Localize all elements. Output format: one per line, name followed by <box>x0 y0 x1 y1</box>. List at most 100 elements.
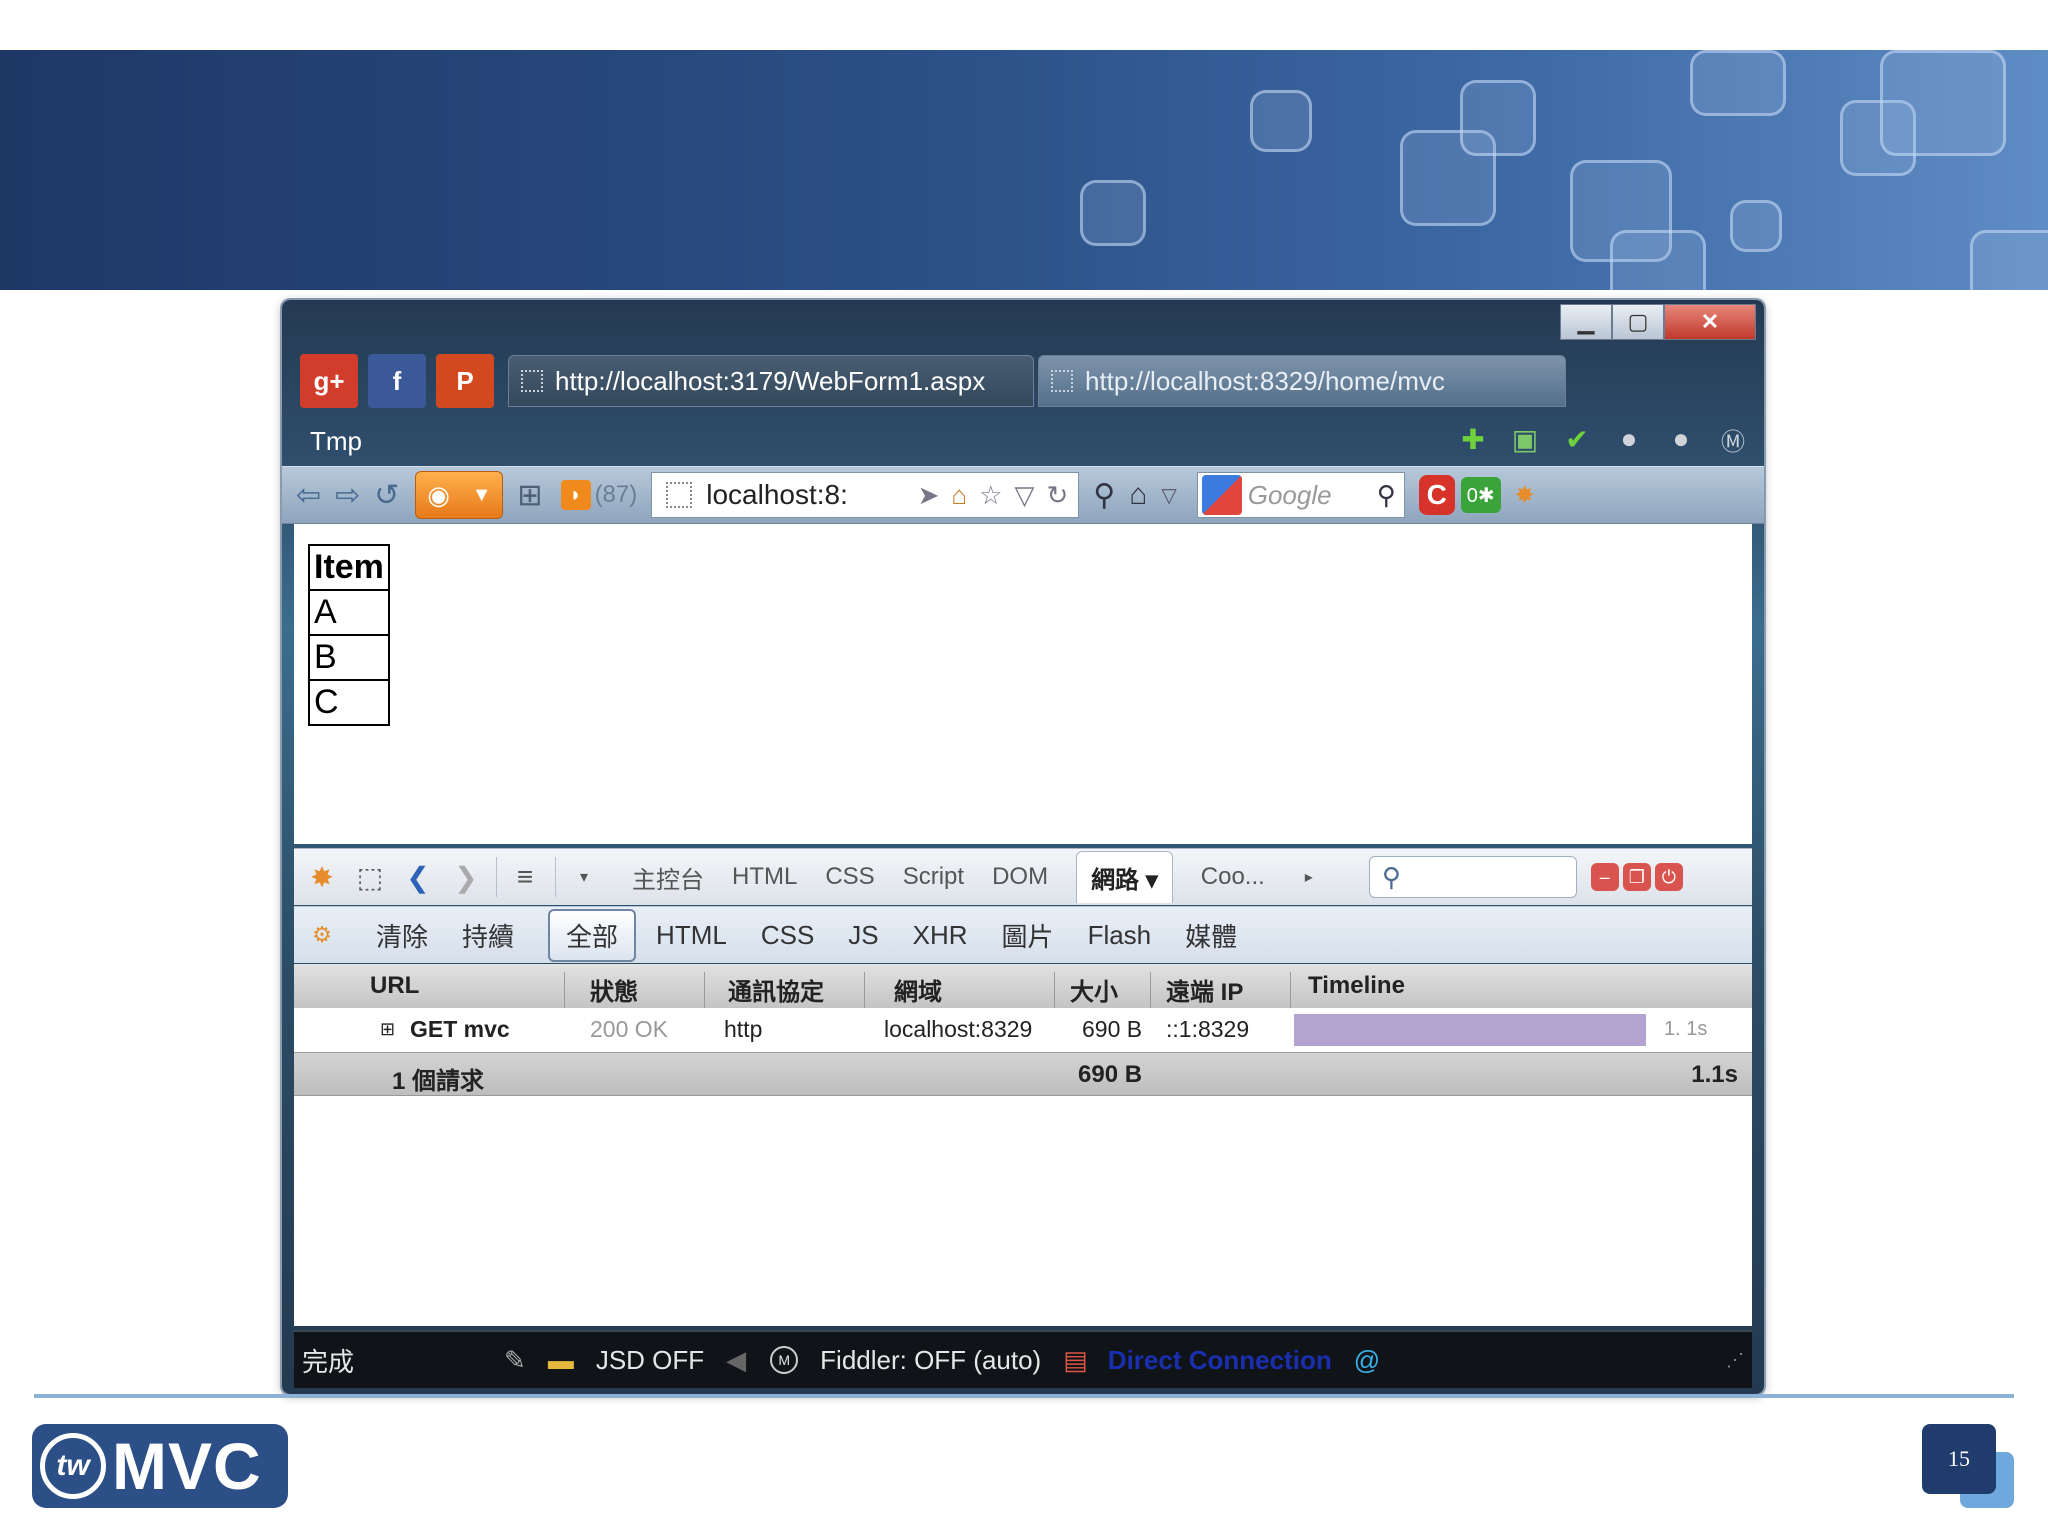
net-table-header: URL 狀態 通訊協定 網域 大小 遠端 IP Timeline <box>294 964 1752 1016</box>
panel-tab-script[interactable]: Script <box>903 863 964 891</box>
home-icon[interactable]: ⌂ <box>1129 478 1147 512</box>
tab-home-mvc[interactable]: http://localhost:8329/home/mvc <box>1038 355 1566 407</box>
summary-time: 1.1s <box>1691 1061 1738 1088</box>
pen-icon[interactable]: ✎ <box>504 1345 526 1376</box>
addon-c-icon[interactable]: C <box>1418 475 1455 515</box>
tab-label: http://localhost:3179/WebForm1.aspx <box>555 365 986 396</box>
column-header-timeline[interactable]: Timeline <box>1308 972 1405 1000</box>
maximize-button[interactable]: ▢ <box>1612 304 1664 340</box>
net-toolbar: ⚙ 清除 持續 全部 HTML CSS JS XHR 圖片 Flash 媒體 <box>294 906 1752 963</box>
column-header-protocol[interactable]: 通訊協定 <box>728 972 824 1007</box>
column-header-domain[interactable]: 網域 <box>894 972 942 1007</box>
minimize-button[interactable]: ▁ <box>1560 304 1612 340</box>
add-icon[interactable]: ✚ <box>1456 422 1490 456</box>
firebug-icon[interactable]: ✸ <box>1515 481 1535 510</box>
clipboard-icon[interactable]: ▤ <box>1063 1345 1088 1376</box>
address-bar[interactable]: localhost:8: ➤ ⌂ ☆ ▽ ↻ <box>651 472 1080 518</box>
firefox-menu-button[interactable]: ◉ ▼ <box>415 471 504 519</box>
fiddler-status[interactable]: Fiddler: OFF (auto) <box>820 1345 1041 1376</box>
connection-status[interactable]: Direct Connection <box>1108 1345 1332 1376</box>
panel-tab-dom[interactable]: DOM <box>992 863 1048 891</box>
request-domain: localhost:8329 <box>884 1016 1033 1042</box>
filter-all[interactable]: 全部 <box>548 908 637 962</box>
facebook-icon[interactable]: f <box>368 354 426 408</box>
check-icon[interactable]: ✔ <box>1560 422 1594 456</box>
chevron-down-icon[interactable]: ▽ <box>1161 483 1176 508</box>
arrow-icon[interactable]: ◀ <box>726 1345 746 1376</box>
filter-xhr[interactable]: XHR <box>913 920 968 951</box>
forward-arrow-icon[interactable]: ⇨ <box>335 478 360 513</box>
column-header-size[interactable]: 大小 <box>1070 972 1118 1007</box>
resize-grip-icon[interactable]: ⋰ <box>1726 1350 1744 1371</box>
m-badge-icon[interactable]: M <box>770 1346 799 1374</box>
summary-count: 1 個請求 <box>392 1068 485 1095</box>
page-favicon-icon <box>1051 370 1073 392</box>
back-arrow-icon[interactable]: ⇦ <box>296 478 321 513</box>
rss-icon: ◗ <box>560 480 591 510</box>
close-button[interactable]: ✕ <box>1664 304 1756 340</box>
filter-css[interactable]: CSS <box>761 920 814 951</box>
panel-tab-html[interactable]: HTML <box>732 863 797 891</box>
star-icon[interactable]: ☆ <box>979 480 1002 511</box>
forward-icon[interactable]: ❯ <box>446 857 486 897</box>
firebug-icon[interactable]: ✸ <box>302 857 342 897</box>
search-box[interactable]: Google ⚲ <box>1196 472 1405 518</box>
column-header-status[interactable]: 狀態 <box>590 972 638 1007</box>
tab-row: g+ f P http://localhost:3179/WebForm1.as… <box>300 352 1566 410</box>
folder-icon[interactable]: ▬ <box>548 1345 574 1376</box>
table-row: B <box>308 634 390 681</box>
timeline-bar[interactable] <box>1294 1014 1646 1046</box>
status-done: 完成 <box>302 1346 355 1377</box>
powerpoint-icon[interactable]: P <box>436 354 494 408</box>
m-badge-icon[interactable]: Ⓜ <box>1716 422 1750 456</box>
rss-feed[interactable]: ◗ (87) <box>560 480 637 510</box>
layout-icon[interactable]: ⊞ <box>517 478 542 513</box>
google-plus-icon[interactable]: g+ <box>300 354 358 408</box>
window-controls: ▁ ▢ ✕ <box>1560 304 1756 340</box>
panel-tab-net[interactable]: 網路 ▾ <box>1076 851 1173 903</box>
tab-webform1[interactable]: http://localhost:3179/WebForm1.aspx <box>508 355 1034 407</box>
circle-icon[interactable]: ● <box>1612 422 1646 456</box>
clear-button[interactable]: 清除 <box>376 917 428 954</box>
more-tabs-icon[interactable]: ▸ <box>1289 857 1329 897</box>
home-icon[interactable]: ⌂ <box>951 480 967 511</box>
search-placeholder: Google <box>1247 479 1332 510</box>
bookmark-folder-tmp[interactable]: Tmp <box>310 426 362 457</box>
back-icon[interactable]: ❮ <box>398 857 438 897</box>
request-row[interactable]: ⊞ GET mvc 200 OK http localhost:8329 690… <box>294 1008 1752 1052</box>
navigation-bar: ⇦ ⇨ ↺ ◉ ▼ ⊞ ◗ (87) localhost:8: ➤ ⌂ ☆ ▽ … <box>282 466 1764 524</box>
column-header-remote-ip[interactable]: 遠端 IP <box>1166 972 1243 1007</box>
filter-html[interactable]: HTML <box>656 920 727 951</box>
send-icon[interactable]: ➤ <box>918 480 940 511</box>
request-url[interactable]: GET mvc <box>410 1016 510 1043</box>
filter-js[interactable]: JS <box>848 920 878 951</box>
detach-icon[interactable]: ❐ <box>1622 863 1651 891</box>
dropdown-icon[interactable]: ▾ <box>564 857 604 897</box>
at-icon[interactable]: @ <box>1354 1345 1380 1376</box>
column-header-url[interactable]: URL <box>370 972 419 1000</box>
filter-media[interactable]: 媒體 <box>1185 917 1237 954</box>
reload-icon[interactable]: ↻ <box>1046 480 1068 511</box>
filter-flash[interactable]: Flash <box>1088 920 1152 951</box>
filter-images[interactable]: 圖片 <box>1002 917 1054 954</box>
history-icon[interactable]: ↺ <box>374 478 399 513</box>
search-icon[interactable]: ⚲ <box>1377 480 1396 511</box>
jsd-status[interactable]: JSD OFF <box>596 1345 704 1376</box>
slide-header-banner <box>0 50 2048 290</box>
minimize-icon[interactable]: – <box>1590 863 1619 891</box>
addon-puzzle-icon[interactable]: 0✱ <box>1460 477 1501 513</box>
power-icon[interactable]: ⏻ <box>1654 863 1683 891</box>
calendar-icon[interactable]: ▣ <box>1508 422 1542 456</box>
panel-tab-css[interactable]: CSS <box>825 863 874 891</box>
inspect-icon[interactable]: ⬚ <box>350 857 390 897</box>
persist-button[interactable]: 持續 <box>462 917 514 954</box>
download-icon[interactable]: ⚲ <box>1093 478 1115 513</box>
logo-badge: tw <box>40 1433 106 1499</box>
firebug-search-input[interactable]: ⚲ <box>1368 856 1577 898</box>
circle-icon[interactable]: ● <box>1664 422 1698 456</box>
panel-tab-console[interactable]: 主控台 <box>632 860 704 895</box>
panel-tab-cookies[interactable]: Coo... <box>1201 863 1265 891</box>
list-icon[interactable]: ≡ <box>505 857 545 897</box>
expand-icon[interactable]: ⊞ <box>380 1019 395 1040</box>
dropdown-icon[interactable]: ▽ <box>1014 480 1034 511</box>
